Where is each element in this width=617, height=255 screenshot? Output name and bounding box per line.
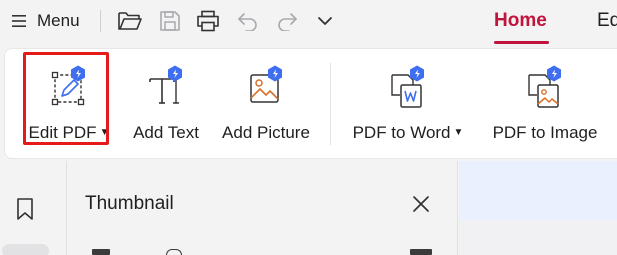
pdf-to-image-label: PDF to Image [492, 123, 598, 142]
tab-edit[interactable]: Ed [597, 10, 617, 32]
pdf-to-image-icon [525, 65, 565, 109]
top-bar: Menu Home Ed [0, 0, 617, 46]
save-icon [160, 11, 180, 31]
edit-pdf-label: Edit PDF ▼ [29, 123, 110, 143]
chevron-down-icon: ▼ [99, 127, 110, 138]
thumbnail-rail-tab[interactable] [2, 244, 49, 255]
document-page [459, 161, 617, 220]
bookmark-button[interactable] [11, 194, 39, 224]
hamburger-icon [12, 15, 26, 27]
thumbnail-toolbar-icon[interactable] [92, 249, 110, 255]
pdf-to-image-button[interactable]: PDF to Image [483, 49, 607, 160]
chevron-down-icon: ▼ [453, 127, 464, 138]
add-picture-icon [246, 65, 286, 109]
close-panel-button[interactable] [408, 191, 434, 217]
panel-title: Thumbnail [85, 193, 174, 214]
ribbon-toolbar: Edit PDF ▼ Add Text Add Picture PDF to W… [4, 48, 617, 159]
undo-icon [238, 13, 257, 31]
save-button[interactable] [155, 6, 185, 36]
redo-button[interactable] [272, 6, 302, 36]
add-picture-button[interactable]: Add Picture [217, 49, 315, 160]
add-text-icon [146, 65, 186, 109]
open-button[interactable] [115, 6, 145, 36]
bookmark-icon [17, 198, 33, 220]
pdf-to-word-icon [388, 65, 428, 109]
add-text-button[interactable]: Add Text [127, 49, 205, 160]
add-text-label: Add Text [133, 123, 199, 142]
edit-pdf-button[interactable]: Edit PDF ▼ [26, 49, 112, 160]
redo-icon [278, 13, 297, 31]
more-quick-access-button[interactable] [310, 6, 340, 36]
toolbar-divider [100, 10, 101, 32]
tab-home[interactable]: Home [494, 10, 547, 32]
menu-label: Menu [37, 11, 80, 30]
close-icon [413, 196, 429, 212]
pdf-to-word-text: PDF to Word [352, 123, 451, 142]
add-picture-label: Add Picture [222, 123, 310, 142]
print-button[interactable] [193, 6, 223, 36]
ribbon-divider [330, 63, 331, 145]
edit-pdf-icon [49, 65, 89, 109]
pdf-to-word-button[interactable]: PDF to Word ▼ [345, 49, 471, 160]
menu-button[interactable]: Menu [12, 8, 80, 34]
chevron-down-icon [318, 17, 332, 25]
open-folder-icon [118, 12, 142, 30]
thumbnail-toolbar-icon[interactable] [410, 249, 432, 255]
print-icon [197, 10, 219, 32]
thumbnail-toolbar-icon[interactable] [166, 249, 182, 255]
edit-pdf-text: Edit PDF [28, 123, 97, 142]
tab-home-indicator [494, 41, 549, 44]
undo-button[interactable] [233, 6, 263, 36]
pdf-to-word-label: PDF to Word ▼ [353, 123, 464, 143]
